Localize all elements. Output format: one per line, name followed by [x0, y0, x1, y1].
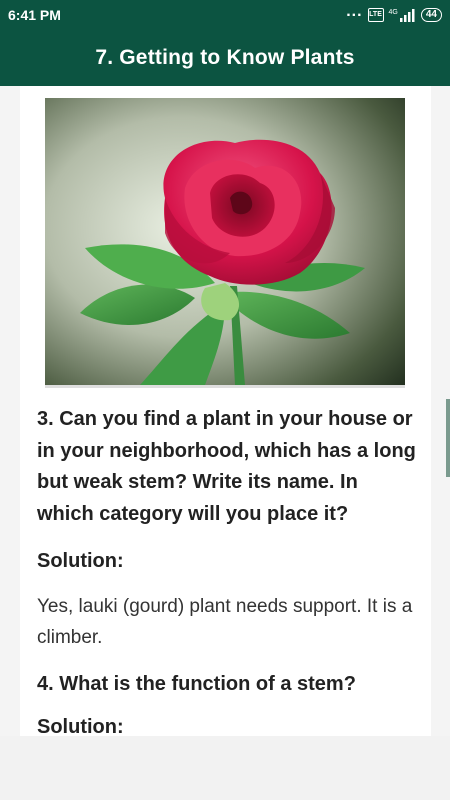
- question-3: 3. Can you find a plant in your house or…: [37, 408, 416, 525]
- notification-dots-icon: ...: [346, 3, 363, 20]
- status-time: 6:41 PM: [8, 7, 61, 23]
- signal-icon: [399, 8, 415, 22]
- battery-icon: 44: [420, 8, 442, 22]
- answer-3: Yes, lauki (gourd) plant needs support. …: [37, 596, 413, 648]
- solution-label-4: Solution:: [37, 716, 124, 736]
- page-title: 7. Getting to Know Plants: [95, 46, 355, 69]
- app-bar: 7. Getting to Know Plants: [0, 30, 450, 86]
- network-type-label: 4G: [388, 8, 398, 16]
- solution-label-3: Solution:: [37, 550, 124, 572]
- scrollbar-thumb[interactable]: [446, 399, 450, 477]
- rose-image: [45, 98, 405, 388]
- rose-illustration: [45, 98, 405, 385]
- content-card: 3. Can you find a plant in your house or…: [20, 86, 431, 736]
- status-bar: 6:41 PM ... LTE 4G 44: [0, 0, 450, 30]
- bottom-blank-area: [0, 736, 450, 800]
- volte-icon: LTE: [367, 8, 384, 22]
- question-4: 4. What is the function of a stem?: [37, 673, 356, 695]
- content-scroll-area[interactable]: 3. Can you find a plant in your house or…: [0, 86, 450, 736]
- status-icons: ... LTE 4G 44: [346, 3, 442, 24]
